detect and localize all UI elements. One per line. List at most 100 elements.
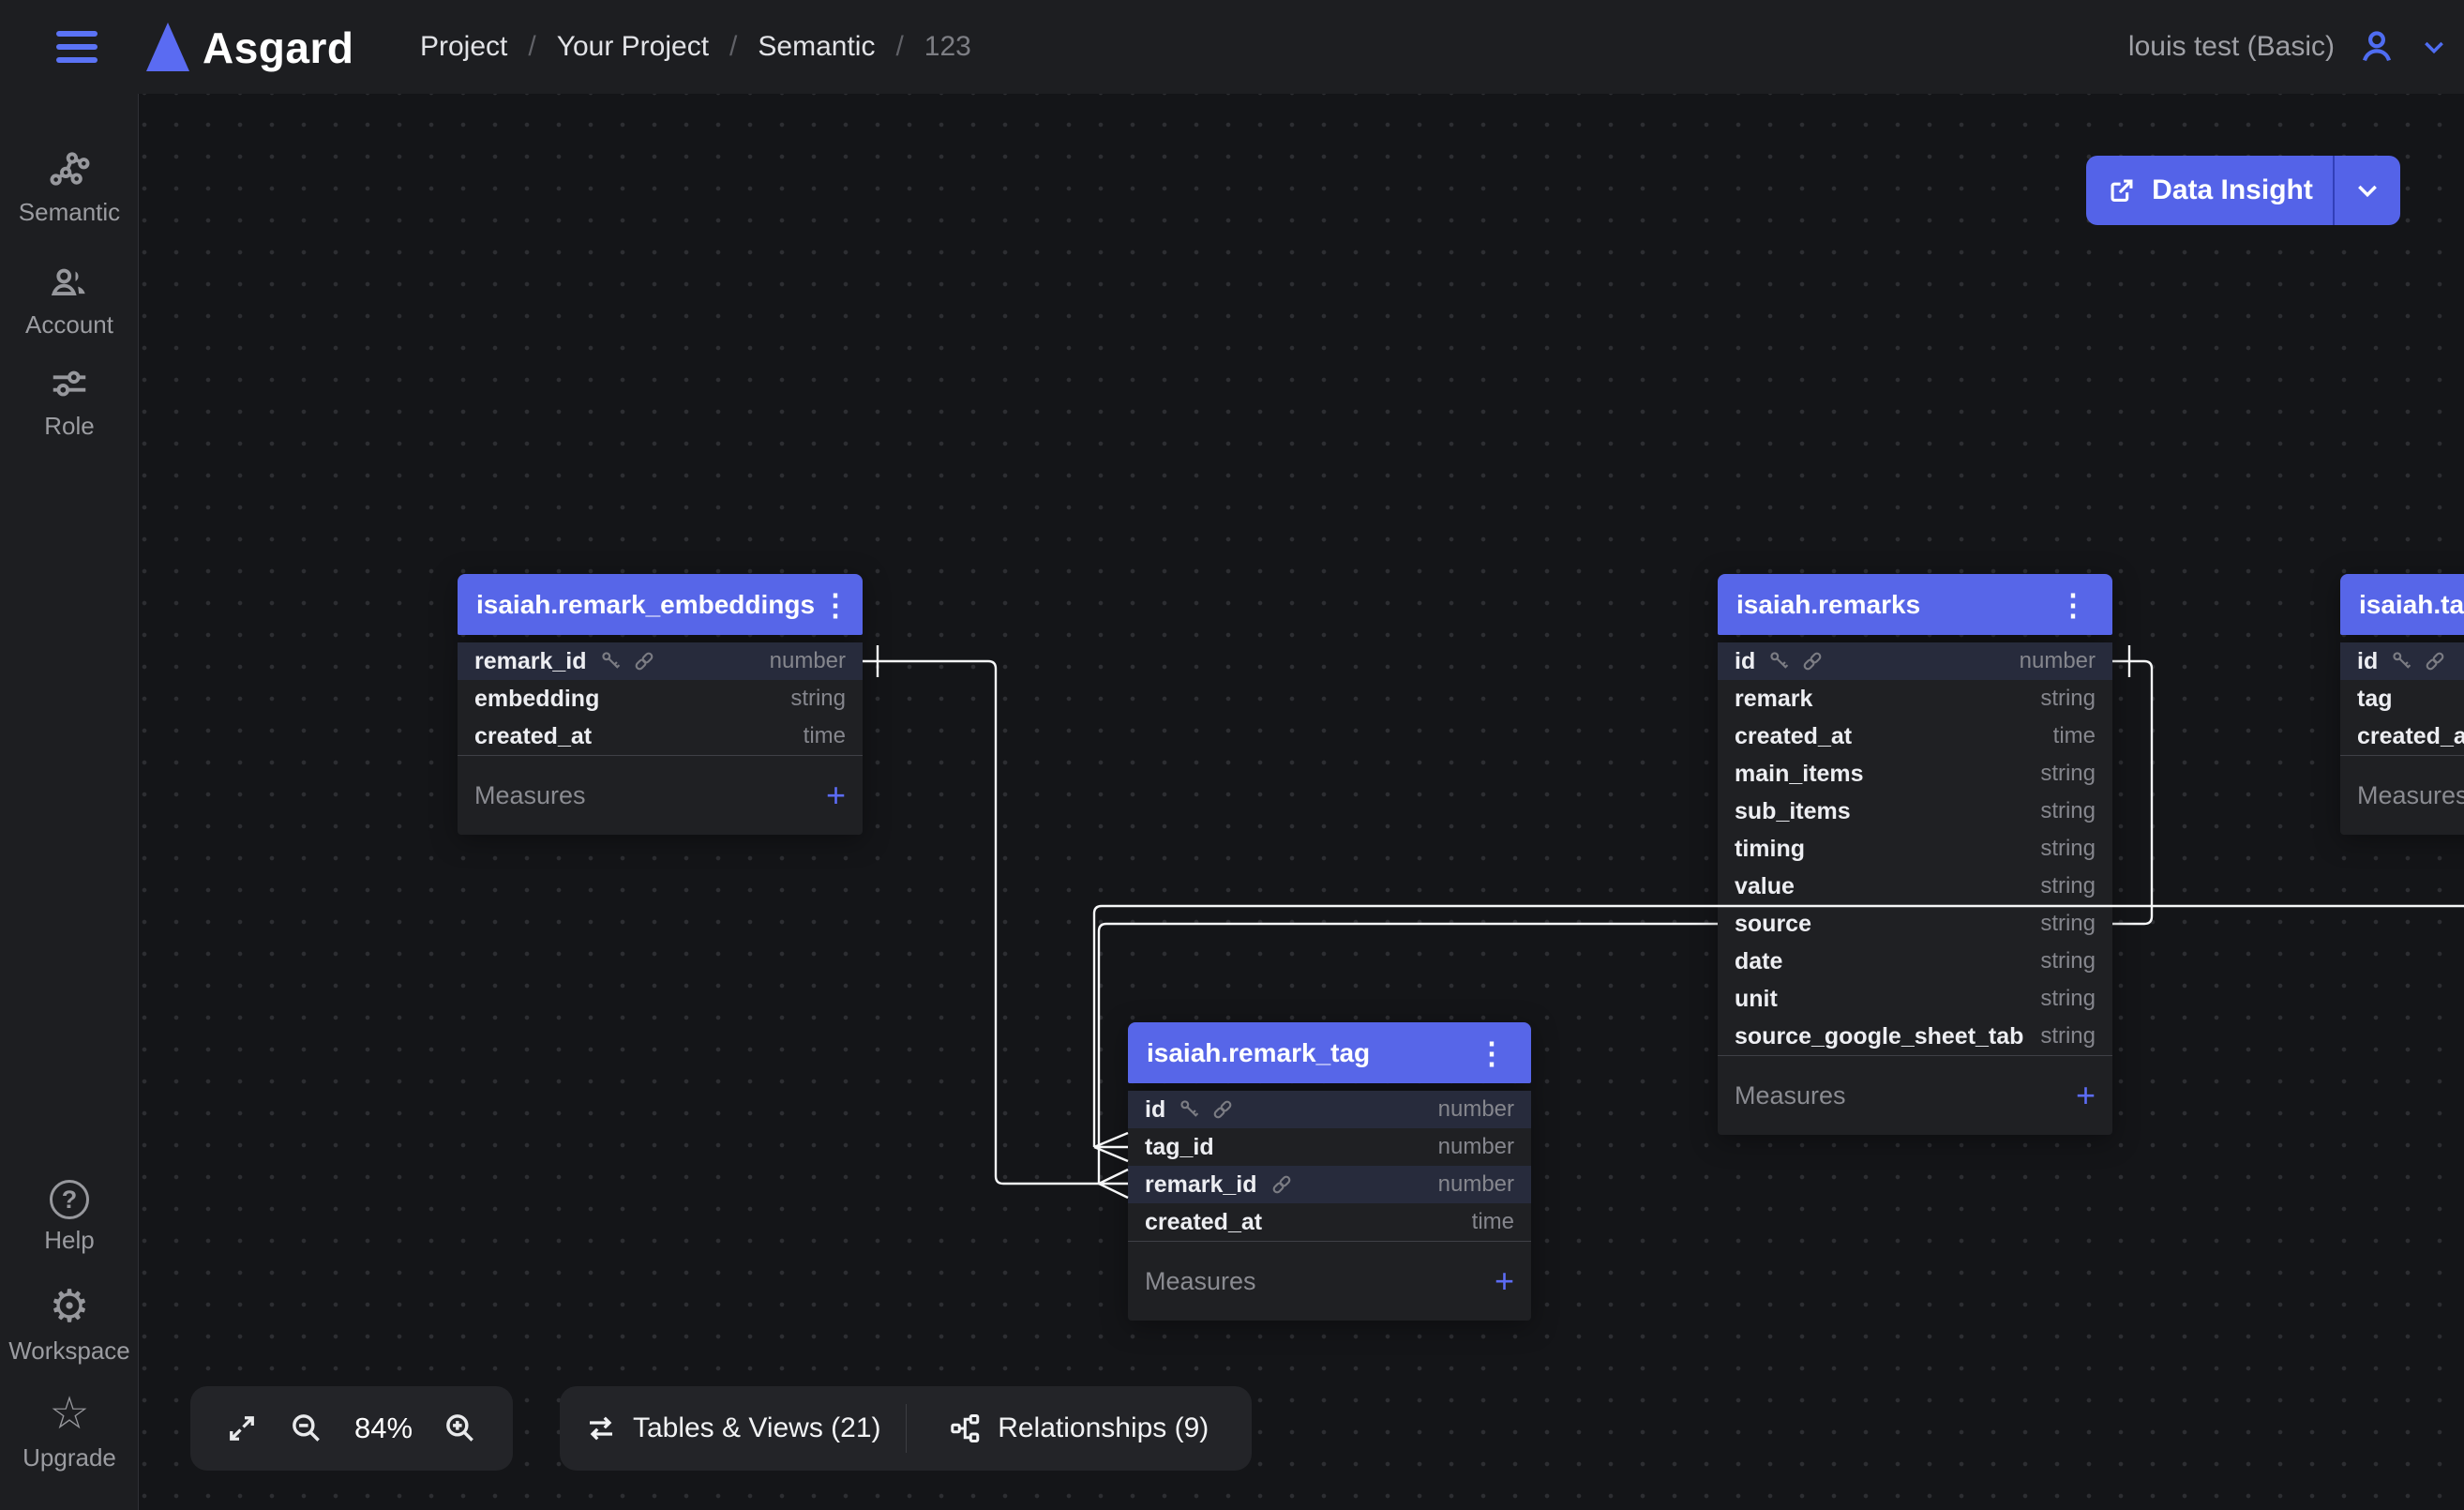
link-icon (1800, 649, 1825, 673)
key-icon (599, 649, 624, 673)
data-insight-dropdown[interactable] (2335, 156, 2400, 225)
table-row[interactable]: remark_id number (1128, 1166, 1531, 1203)
table-row[interactable]: source string (1718, 905, 2112, 943)
table-card-remark-embeddings[interactable]: isaiah.remark_embeddings ⋮ remark_id num… (458, 574, 863, 835)
table-row[interactable]: remark_id number (458, 642, 863, 680)
table-header[interactable]: isaiah.remarks ⋮ (1718, 574, 2112, 635)
breadcrumb-semantic[interactable]: Semantic (758, 31, 875, 63)
role-icon (48, 362, 91, 405)
kebab-menu-icon[interactable]: ⋮ (815, 590, 856, 620)
fit-view-button[interactable] (225, 1412, 259, 1445)
zoom-in-button[interactable] (443, 1411, 478, 1446)
measures-label: Measures (2357, 781, 2464, 810)
column-name: id (2357, 648, 2378, 675)
key-icon (1767, 649, 1792, 673)
table-row[interactable]: tag string (2340, 680, 2464, 717)
column-name: source (1735, 911, 1811, 938)
user-menu[interactable]: louis test (Basic) (2128, 0, 2449, 94)
column-type: number (770, 648, 846, 674)
data-insight-label: Data Insight (2152, 174, 2313, 206)
column-type: number (1438, 1134, 1514, 1160)
sidebar-item-workspace[interactable]: ⚙ Workspace (0, 1285, 139, 1366)
table-header[interactable]: isaiah.tags ⋮ (2340, 574, 2464, 635)
add-measure-button[interactable]: + (2076, 1079, 2096, 1112)
measures-label: Measures (1735, 1081, 1846, 1110)
chevron-down-icon[interactable] (2419, 32, 2449, 62)
column-name: created_at (1145, 1209, 1262, 1236)
column-type: string (2040, 836, 2096, 862)
table-body: remark_id number embedding string create… (458, 642, 863, 835)
table-header[interactable]: isaiah.remark_embeddings ⋮ (458, 574, 863, 635)
data-insight-main[interactable]: Data Insight (2086, 156, 2333, 225)
sidebar-item-account[interactable]: Account (0, 261, 139, 340)
sidebar-item-label: Workspace (8, 1336, 130, 1366)
table-title: isaiah.tags (2359, 590, 2464, 620)
sidebar-item-label: Role (44, 412, 94, 441)
tables-views-button[interactable]: Tables & Views (21) (560, 1386, 906, 1471)
add-measure-button[interactable]: + (826, 778, 846, 812)
column-name: embedding (474, 686, 599, 713)
table-row[interactable]: timing string (1718, 830, 2112, 868)
hamburger-menu-icon[interactable] (56, 31, 98, 63)
table-header[interactable]: isaiah.remark_tag ⋮ (1128, 1022, 1531, 1083)
breadcrumb-separator: / (528, 31, 535, 63)
zoom-out-button[interactable] (289, 1411, 324, 1446)
measures-label: Measures (1145, 1267, 1256, 1296)
table-row[interactable]: date string (1718, 943, 2112, 980)
sidebar-item-label: Upgrade (23, 1443, 116, 1472)
column-type: time (804, 723, 846, 749)
sidebar-item-role[interactable]: Role (0, 362, 139, 441)
zoom-level[interactable]: 84% (354, 1412, 413, 1445)
column-type: number (1438, 1096, 1514, 1123)
column-type: string (2040, 686, 2096, 712)
add-measure-button[interactable]: + (1495, 1264, 1514, 1298)
table-row[interactable]: remark string (1718, 680, 2112, 717)
table-row[interactable]: created_at time (1128, 1203, 1531, 1241)
chevron-down-icon (2352, 175, 2382, 205)
table-row[interactable]: sub_items string (1718, 793, 2112, 830)
measures-section: Measures + (1718, 1056, 2112, 1135)
link-icon (1210, 1097, 1235, 1122)
table-row[interactable]: id number (1718, 642, 2112, 680)
breadcrumb-your-project[interactable]: Your Project (557, 31, 709, 63)
table-row[interactable]: created_at time (2340, 717, 2464, 755)
kebab-menu-icon[interactable]: ⋮ (1471, 1038, 1512, 1068)
measures-section: Measures + (2340, 756, 2464, 835)
table-row[interactable]: created_at time (458, 717, 863, 755)
table-row[interactable]: main_items string (1718, 755, 2112, 793)
table-title: isaiah.remark_tag (1147, 1038, 1370, 1068)
data-insight-button[interactable]: Data Insight (2086, 156, 2400, 225)
table-row[interactable]: source_google_sheet_tab string (1718, 1018, 2112, 1055)
column-type: number (2020, 648, 2096, 674)
table-card-remarks[interactable]: isaiah.remarks ⋮ id number remark string… (1718, 574, 2112, 1135)
breadcrumb: Project / Your Project / Semantic / 123 (420, 0, 971, 94)
table-title: isaiah.remarks (1736, 590, 1920, 620)
swap-arrows-icon (584, 1412, 618, 1445)
key-icon (1178, 1097, 1202, 1122)
user-icon[interactable] (2355, 25, 2398, 68)
sidebar-item-upgrade[interactable]: ☆ Upgrade (0, 1392, 139, 1472)
table-row[interactable]: embedding string (458, 680, 863, 717)
upgrade-star-icon: ☆ (49, 1392, 89, 1437)
breadcrumb-current: 123 (924, 31, 971, 63)
table-row[interactable]: id number (1128, 1091, 1531, 1128)
relationships-button[interactable]: Relationships (9) (907, 1386, 1253, 1471)
table-row[interactable]: id number (2340, 642, 2464, 680)
column-name: created_at (1735, 723, 1852, 750)
table-row[interactable]: value string (1718, 868, 2112, 905)
account-icon (48, 261, 91, 304)
table-row[interactable]: unit string (1718, 980, 2112, 1018)
link-icon (632, 649, 656, 673)
breadcrumb-project[interactable]: Project (420, 31, 507, 63)
column-name: timing (1735, 836, 1805, 863)
column-type: string (2040, 798, 2096, 824)
sidebar-item-help[interactable]: ? Help (0, 1180, 139, 1255)
table-card-remark-tag[interactable]: isaiah.remark_tag ⋮ id number tag_id num… (1128, 1022, 1531, 1321)
kebab-menu-icon[interactable]: ⋮ (2052, 590, 2094, 620)
table-card-tags[interactable]: isaiah.tags ⋮ id number tag string creat… (2340, 574, 2464, 835)
sidebar-item-label: Semantic (19, 198, 120, 227)
table-row[interactable]: created_at time (1718, 717, 2112, 755)
sidebar-item-semantic[interactable]: Semantic (0, 148, 139, 227)
column-name: created_at (474, 723, 592, 750)
table-row[interactable]: tag_id number (1128, 1128, 1531, 1166)
